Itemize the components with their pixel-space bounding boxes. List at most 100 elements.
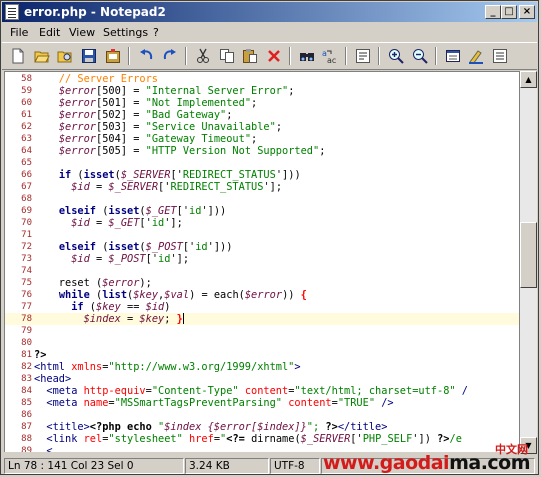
code-token: $_GET bbox=[108, 217, 140, 229]
code-line[interactable]: 68 bbox=[5, 193, 519, 205]
code-token: = bbox=[89, 181, 109, 193]
zoom-in-icon[interactable] bbox=[386, 46, 406, 66]
minimize-button[interactable]: _ bbox=[485, 5, 501, 19]
code-text: elseif (isset($_GET['id'])) bbox=[34, 205, 226, 217]
code-line[interactable]: 81 ?> bbox=[5, 349, 519, 361]
code-line[interactable]: 77 if ($key == $id) bbox=[5, 301, 519, 313]
delete-icon[interactable] bbox=[264, 46, 284, 66]
code-editor[interactable]: 58 // Server Errors 59 $error[500] = "Int… bbox=[4, 71, 520, 454]
code-line[interactable]: 70 $id = $_GET['id']; bbox=[5, 217, 519, 229]
code-line[interactable]: 73 $id = $_POST['id']; bbox=[5, 253, 519, 265]
code-text: ?> bbox=[34, 349, 46, 361]
browse-icon[interactable] bbox=[55, 46, 75, 66]
menu-edit[interactable]: Edit bbox=[39, 26, 60, 39]
code-token: content bbox=[288, 397, 332, 409]
close-button[interactable]: × bbox=[519, 5, 535, 19]
word-wrap-icon[interactable] bbox=[353, 46, 373, 66]
code-token: $error bbox=[58, 85, 97, 97]
cut-icon[interactable] bbox=[193, 46, 213, 66]
code-token: "Content-Type" bbox=[151, 385, 239, 397]
code-token: [504] = bbox=[96, 133, 146, 145]
code-line[interactable]: 67 $id = $_SERVER['REDIRECT_STATUS']; bbox=[5, 181, 519, 193]
vertical-scrollbar[interactable]: ▲ ▼ bbox=[520, 71, 537, 454]
code-line[interactable]: 71 bbox=[5, 229, 519, 241]
code-token: [500] = bbox=[96, 85, 146, 97]
code-token: '])) bbox=[201, 205, 227, 217]
scheme-icon[interactable] bbox=[443, 46, 463, 66]
code-line[interactable]: 80 bbox=[5, 337, 519, 349]
code-token: $_POST bbox=[145, 241, 183, 253]
code-token: '])) bbox=[207, 241, 233, 253]
code-token: [' bbox=[350, 433, 363, 445]
code-token: ; bbox=[275, 121, 283, 133]
maximize-button[interactable]: □ bbox=[501, 5, 517, 19]
code-line[interactable]: 62 $error[503] = "Service Unavailable"; bbox=[5, 121, 519, 133]
code-token: '])) bbox=[275, 169, 301, 181]
replace-icon[interactable]: a ac bbox=[320, 46, 340, 66]
title-bar[interactable]: error.php - Notepad2 _ □ × bbox=[2, 2, 537, 22]
code-line[interactable]: 74 bbox=[5, 265, 519, 277]
redo-icon[interactable] bbox=[160, 46, 180, 66]
scroll-up-button[interactable]: ▲ bbox=[520, 71, 537, 88]
new-icon[interactable] bbox=[8, 46, 28, 66]
line-number: 68 bbox=[21, 194, 32, 204]
line-number: 70 bbox=[21, 218, 32, 228]
menu-view[interactable]: View bbox=[69, 26, 95, 39]
code-token: $_SERVER bbox=[108, 181, 159, 193]
code-line[interactable]: 60 $error[501] = "Not Implemented"; bbox=[5, 97, 519, 109]
find-icon[interactable] bbox=[297, 46, 317, 66]
customize-icon[interactable] bbox=[466, 46, 486, 66]
code-text: <title><?php echo "$index {$error[$index… bbox=[34, 421, 387, 433]
code-token: ; bbox=[319, 145, 326, 157]
code-line[interactable]: 65 bbox=[5, 157, 519, 169]
code-line[interactable]: 83 <head> bbox=[5, 373, 519, 385]
code-line[interactable]: 63 $error[504] = "Gateway Timeout"; bbox=[5, 133, 519, 145]
code-token: ; bbox=[164, 313, 177, 325]
status-encoding[interactable]: UTF-8 bbox=[270, 458, 320, 474]
notepad-app-icon[interactable] bbox=[5, 4, 19, 20]
code-line[interactable]: 86 bbox=[5, 409, 519, 421]
code-token: name bbox=[83, 397, 109, 409]
save-copy-icon[interactable] bbox=[103, 46, 123, 66]
code-line[interactable]: 75 reset ($error); bbox=[5, 277, 519, 289]
copy-icon[interactable] bbox=[217, 46, 237, 66]
code-token: "http://www.w3.org/1999/xhtml" bbox=[108, 361, 295, 373]
menu-help[interactable]: ? bbox=[153, 26, 159, 39]
code-line[interactable]: 66 if (isset($_SERVER['REDIRECT_STATUS']… bbox=[5, 169, 519, 181]
save-icon[interactable] bbox=[79, 46, 99, 66]
code-line[interactable]: 61 $error[502] = "Bad Gateway"; bbox=[5, 109, 519, 121]
code-token: REDIRECT_STATUS bbox=[182, 169, 276, 181]
code-token: [501] = bbox=[96, 97, 146, 109]
menu-settings[interactable]: Settings bbox=[103, 26, 148, 39]
code-token: $error bbox=[102, 277, 140, 289]
scroll-thumb[interactable] bbox=[520, 222, 537, 288]
code-token: [' bbox=[145, 253, 159, 265]
paste-icon[interactable] bbox=[240, 46, 260, 66]
code-line[interactable]: 58 // Server Errors bbox=[5, 73, 519, 85]
code-line[interactable]: 76 while (list($key,$val) = each($error)… bbox=[5, 289, 519, 301]
code-line[interactable]: 88 <link rel="stylesheet" href="<?= dirn… bbox=[5, 433, 519, 445]
code-line[interactable]: 85 <meta name="MSSmartTagsPreventParsing… bbox=[5, 397, 519, 409]
zoom-out-icon[interactable] bbox=[410, 46, 430, 66]
code-token: [502] = bbox=[96, 109, 146, 121]
code-token: <?php echo bbox=[89, 421, 158, 433]
line-number: 71 bbox=[21, 230, 32, 240]
code-line[interactable]: 79 bbox=[5, 325, 519, 337]
open-icon[interactable] bbox=[32, 46, 52, 66]
code-line[interactable]: 64 $error[505] = "HTTP Version Not Suppo… bbox=[5, 145, 519, 157]
code-line[interactable]: 87 <title><?php echo "$index {$error[$in… bbox=[5, 421, 519, 433]
current-code-line[interactable]: 78 $index = $key; } bbox=[5, 313, 519, 325]
code-line[interactable]: 84 <meta http-equiv="Content-Type" conte… bbox=[5, 385, 519, 397]
code-line[interactable]: 69 elseif (isset($_GET['id'])) bbox=[5, 205, 519, 217]
code-line[interactable]: 59 $error[500] = "Internal Server Error"… bbox=[5, 85, 519, 97]
code-line[interactable]: 72 elseif (isset($_POST['id'])) bbox=[5, 241, 519, 253]
menu-file[interactable]: File bbox=[10, 26, 28, 39]
code-token: reset ( bbox=[34, 277, 103, 289]
exit-icon[interactable] bbox=[490, 46, 510, 66]
undo-icon[interactable] bbox=[136, 46, 156, 66]
line-number: 60 bbox=[21, 98, 32, 108]
code-line[interactable]: 82 <html xmlns="http://www.w3.org/1999/xh… bbox=[5, 361, 519, 373]
code-token: > bbox=[294, 361, 301, 373]
